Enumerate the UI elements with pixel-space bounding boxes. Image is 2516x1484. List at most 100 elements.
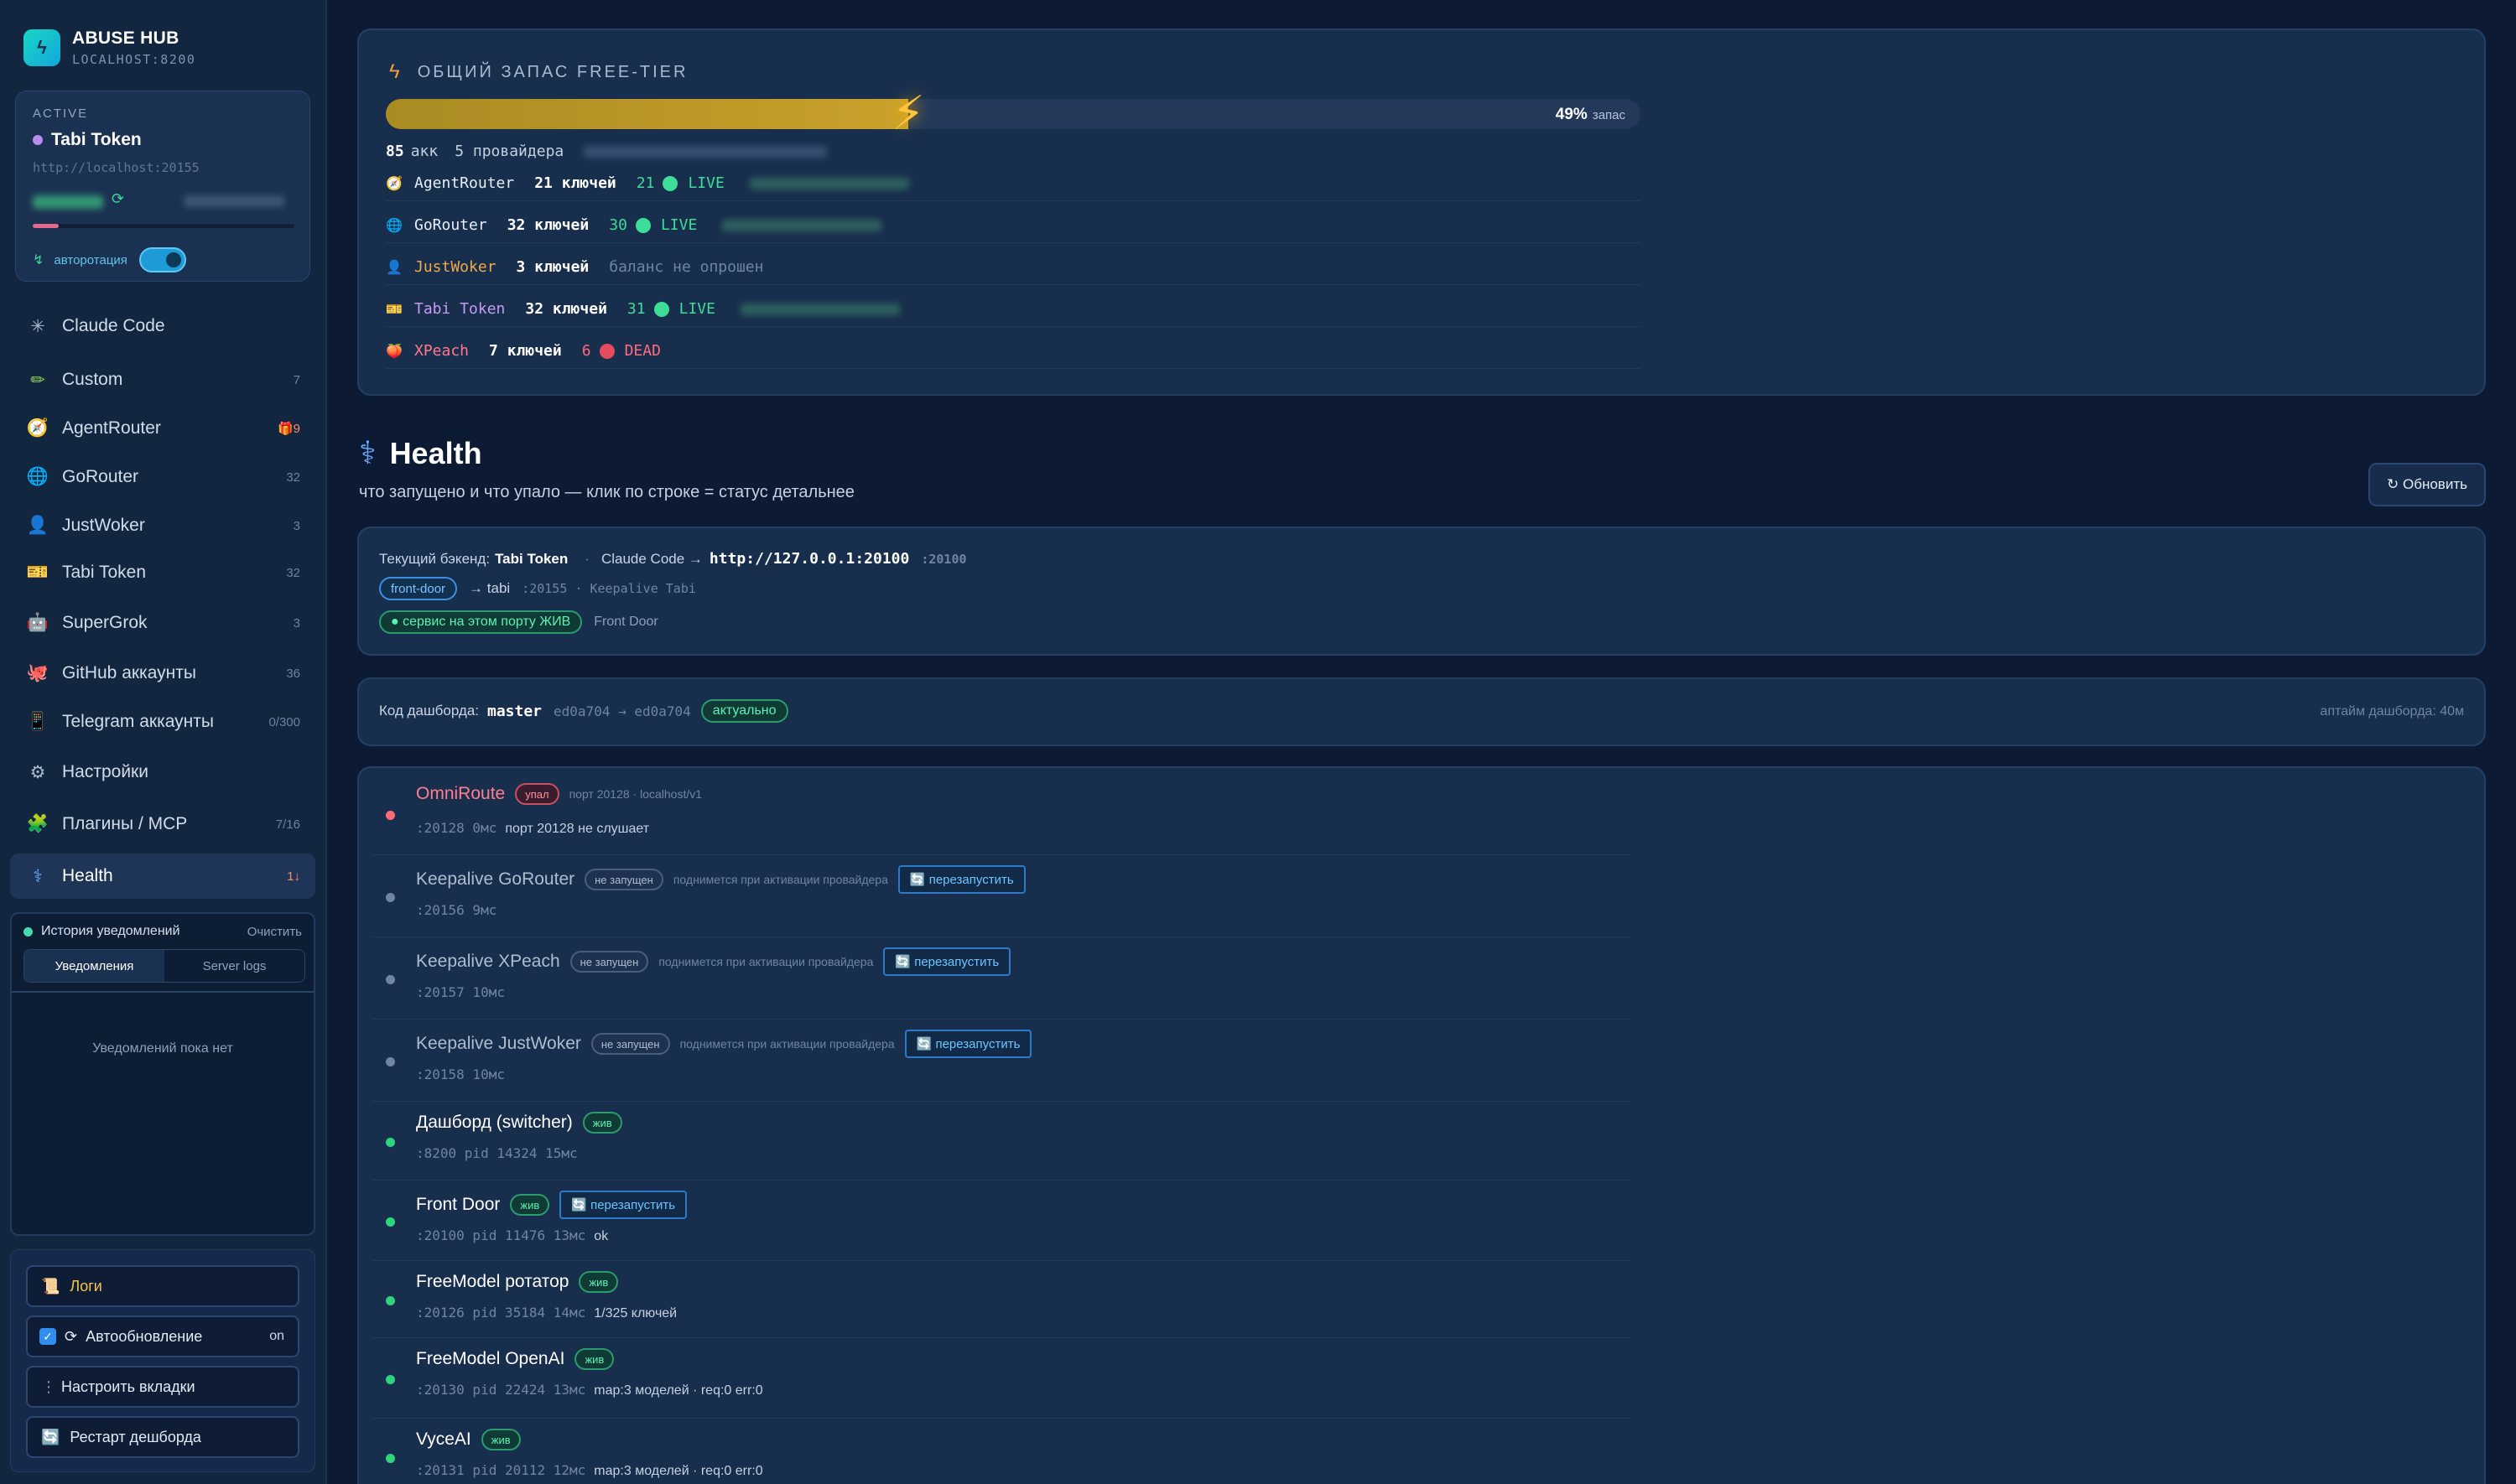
- checkbox-icon[interactable]: ✓: [39, 1328, 56, 1345]
- sidebar-item[interactable]: 🤖 SuperGrok 3: [10, 600, 315, 646]
- tab-notifications[interactable]: Уведомления: [24, 950, 164, 982]
- sidebar-item-label: Настройки: [62, 762, 148, 781]
- notifications-tabs: Уведомления Server logs: [23, 949, 305, 983]
- service-row[interactable]: VyceAI жив:20131 pid 20112 12мс map:3 моде…: [372, 1419, 1630, 1484]
- sidebar-item[interactable]: 🐙 GitHub аккаунты 36: [10, 651, 315, 696]
- drag-handle-icon: ⋮: [41, 1378, 56, 1395]
- active-provider-card[interactable]: ACTIVE Tabi Token http://localhost:20155…: [15, 91, 310, 282]
- sidebar-item-label: AgentRouter: [62, 418, 161, 438]
- sidebar-item[interactable]: ⚙ Настройки: [10, 750, 315, 795]
- service-name: Keepalive JustWoker: [416, 1034, 581, 1053]
- restart-button[interactable]: 🔄 перезапустить: [883, 947, 1011, 976]
- active-provider-label: Tabi Token: [51, 130, 142, 149]
- sidebar-item-label: Health: [62, 866, 113, 885]
- service-row[interactable]: OmniRoute упал порт 20128 · localhost/v1:2…: [372, 773, 1630, 855]
- scroll-icon: 📜: [41, 1277, 60, 1295]
- service-status-badge: не запущен: [585, 869, 663, 890]
- service-row[interactable]: Front Door жив 🔄 перезапустить:20100 pid 1…: [372, 1180, 1630, 1261]
- notifications-panel: История уведомлений Очистить Уведомления…: [10, 912, 315, 1236]
- freetier-summary: 85 акк 5 провайдера: [386, 143, 828, 160]
- claude-code-url[interactable]: http://127.0.0.1:20100: [710, 550, 909, 568]
- provider-row[interactable]: 🧭 AgentRouter 21 ключей 21 LIVE: [386, 166, 1640, 201]
- provider-live-count: 30: [609, 216, 627, 234]
- sidebar-item-label: GoRouter: [62, 467, 139, 486]
- autoupdate-toggle[interactable]: ✓ ⟳ Автообновление on: [26, 1315, 299, 1357]
- provider-name: JustWoker: [414, 258, 496, 276]
- clear-notifications-button[interactable]: Очистить: [247, 925, 302, 939]
- service-status-badge: жив: [510, 1194, 550, 1216]
- logs-button[interactable]: 📜 Логи: [26, 1265, 299, 1307]
- restart-button[interactable]: 🔄 перезапустить: [559, 1191, 688, 1219]
- claude-code-label: Claude Code →: [600, 550, 703, 567]
- autorotate-toggle[interactable]: [138, 247, 186, 272]
- status-dot-icon: [386, 893, 395, 902]
- sidebar-item-label: Custom: [62, 370, 123, 389]
- service-row[interactable]: FreeModel OpenAI жив:20130 pid 22424 13мс…: [372, 1338, 1630, 1419]
- bolt-icon: ϟ: [389, 60, 403, 83]
- code-card: Код дашборда: master ed0a704 → ed0a704 а…: [357, 677, 2486, 746]
- sidebar-item-count: 0/300: [268, 714, 300, 729]
- sidebar-item[interactable]: 📱 Telegram аккаунты 0/300: [10, 699, 315, 745]
- sidebar-item[interactable]: 🌐 GoRouter 32: [10, 454, 315, 500]
- brand[interactable]: ϟ ABUSE HUB LOCALHOST:8200: [23, 29, 195, 67]
- sidebar-item[interactable]: 👤 JustWoker 3: [10, 503, 315, 548]
- brand-subtitle: LOCALHOST:8200: [72, 52, 196, 67]
- service-meta: :20100 pid 11476 13мс: [416, 1227, 586, 1243]
- sidebar-item-count: 32: [286, 470, 300, 485]
- freetier-progress-fill: [386, 99, 909, 129]
- bolt-icon: ϟ: [23, 29, 60, 66]
- sidebar-item[interactable]: ✳ Claude Code: [10, 304, 315, 349]
- service-meta: :8200 pid 14324 15мс: [416, 1145, 578, 1161]
- freetier-percent-value: 49%: [1555, 106, 1588, 123]
- page-subtitle: что запущено и что упало — клик по строк…: [359, 483, 855, 501]
- provider-row[interactable]: 🍑 XPeach 7 ключей 6 DEAD: [386, 334, 1640, 369]
- code-status-badge: актуально: [700, 699, 788, 723]
- provider-row[interactable]: 🌐 GoRouter 32 ключей 30 LIVE: [386, 208, 1640, 243]
- freetier-card: ϟ ОБЩИЙ ЗАПАС FREE-TIER ⚡ 49% запас 85 ак…: [357, 29, 2486, 396]
- restart-button[interactable]: 🔄 перезапустить: [904, 1030, 1032, 1058]
- nav-icon: 🧩: [26, 814, 49, 833]
- sidebar-item-count: 3: [293, 615, 300, 630]
- service-note: порт 20128 · localhost/v1: [569, 787, 703, 801]
- sidebar-item[interactable]: 🎫 Tabi Token 32: [10, 550, 315, 595]
- page-title: ⚕ Health: [359, 434, 482, 472]
- sidebar-item-count: 1↓: [287, 869, 300, 884]
- provider-icon: 🧭: [386, 175, 403, 191]
- customize-tabs-label: Настроить вкладки: [61, 1378, 195, 1395]
- provider-row[interactable]: 🎫 Tabi Token 32 ключей 31 LIVE: [386, 292, 1640, 327]
- sidebar-item-count: 🎁9: [277, 422, 300, 436]
- service-row[interactable]: Keepalive JustWoker не запущен поднимется …: [372, 1020, 1630, 1102]
- service-row[interactable]: Дашборд (switcher) жив:8200 pid 14324 15м…: [372, 1102, 1630, 1180]
- route-target: → tabi: [469, 580, 511, 596]
- refresh-icon[interactable]: ⟳: [112, 190, 124, 208]
- status-dot-icon: [386, 1296, 395, 1305]
- service-row[interactable]: Keepalive GoRouter не запущен поднимется п…: [372, 855, 1630, 937]
- provider-row[interactable]: 👤 JustWoker 3 ключей баланс не опрошен: [386, 250, 1640, 285]
- sidebar-item[interactable]: 🧩 Плагины / MCP 7/16: [10, 802, 315, 847]
- service-name: Дашборд (switcher): [416, 1113, 573, 1132]
- sidebar-item[interactable]: ⚕ Health 1↓: [10, 854, 315, 899]
- notifications-title: История уведомлений: [41, 924, 180, 938]
- service-row[interactable]: Keepalive XPeach не запущен поднимется при…: [372, 937, 1630, 1020]
- backend-card: Текущий бэкенд: Tabi Token · Claude Code…: [357, 527, 2486, 656]
- separator: ·: [585, 550, 590, 567]
- service-name: FreeModel OpenAI: [416, 1349, 565, 1368]
- status-dot-icon: [386, 811, 395, 820]
- tab-server-logs[interactable]: Server logs: [164, 950, 304, 982]
- autoupdate-label: Автообновление: [86, 1327, 203, 1345]
- sidebar-item-count: 7: [293, 372, 300, 387]
- customize-tabs-button[interactable]: ⋮ Настроить вкладки: [26, 1366, 299, 1408]
- refresh-button[interactable]: ↻ Обновить: [2368, 463, 2486, 506]
- nav-icon: ⚙: [29, 762, 46, 782]
- active-label: ACTIVE: [33, 106, 89, 121]
- service-status-badge: упал: [515, 783, 559, 805]
- service-row[interactable]: FreeModel ротатор жив:20126 pid 35184 14м…: [372, 1261, 1630, 1338]
- route-port: :20155 · Keepalive Tabi: [522, 581, 696, 596]
- sidebar-item[interactable]: 🧭 AgentRouter 🎁9: [10, 406, 315, 451]
- sidebar-item-count: 32: [286, 565, 300, 580]
- restart-dashboard-button[interactable]: 🔄 Рестарт дешборда: [26, 1416, 299, 1458]
- sidebar-item[interactable]: ✏ Custom 7: [10, 357, 315, 402]
- bolt-icon: ⚡: [892, 86, 925, 139]
- sidebar-item-label: Плагины / MCP: [62, 814, 188, 833]
- restart-button[interactable]: 🔄 перезапустить: [897, 865, 1026, 894]
